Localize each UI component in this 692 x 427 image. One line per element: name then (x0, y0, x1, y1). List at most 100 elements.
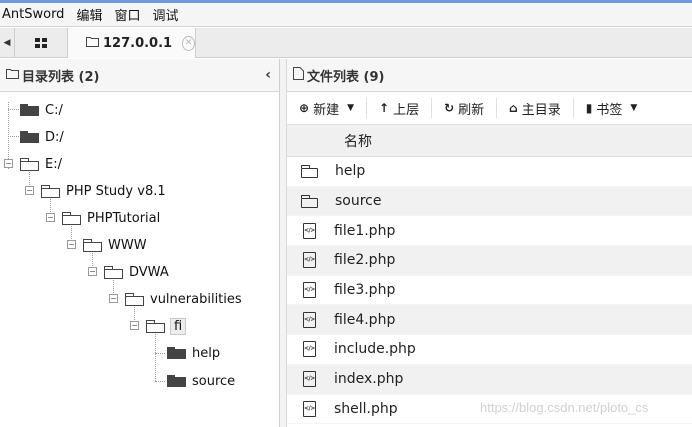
tree-guide-line (8, 109, 19, 110)
tab-bar: ◀ 127.0.0.1 ✕ (0, 28, 692, 58)
file-panel: 文件列表 (9) ⊕ 新建 ▼ ↑ 上层 ↻ 刷新 ⌂ 主目录 ▮ 书签 ▼ 名… (286, 59, 692, 427)
collapse-node-icon[interactable]: − (130, 321, 139, 330)
tree-node-label: DVWA (129, 264, 169, 280)
collapse-node-icon[interactable]: − (25, 186, 34, 195)
grid-icon (35, 38, 47, 48)
collapse-node-icon[interactable]: − (4, 159, 13, 168)
folder-open-icon (83, 239, 102, 252)
collapse-node-icon[interactable]: − (109, 294, 118, 303)
collapse-panel-icon[interactable]: ‹ (265, 67, 271, 83)
tree-node-label: E:/ (45, 156, 62, 172)
refresh-button[interactable]: ↻ 刷新 (432, 98, 498, 118)
up-button[interactable]: ↑ 上层 (367, 98, 433, 118)
tree-node-d[interactable]: D:/ (20, 126, 64, 148)
tree-guide-line (155, 353, 165, 354)
folder-open-icon (146, 320, 165, 333)
file-panel-header: 文件列表 (9) (287, 59, 692, 92)
file-outline-icon (293, 66, 304, 84)
menu-edit[interactable]: 编辑 (76, 5, 102, 24)
file-name: file2.php (334, 252, 396, 269)
file-row[interactable]: index.php (287, 364, 692, 395)
folder-open-icon (20, 158, 39, 171)
file-list: help source file1.php file2.php file3.ph… (287, 157, 692, 425)
folder-icon (301, 194, 319, 208)
tab-host-label: 127.0.0.1 (103, 35, 173, 51)
file-name: file4.php (334, 311, 396, 328)
new-button-label: 新建 (313, 102, 340, 118)
tree-node-help[interactable]: help (167, 342, 220, 364)
tree-node-fi[interactable]: fi (146, 315, 187, 337)
new-button[interactable]: ⊕ 新建 ▼ (297, 98, 367, 118)
collapse-node-icon[interactable]: − (88, 267, 97, 276)
home-icon: ⌂ (509, 101, 518, 115)
tree-node-label: source (192, 373, 236, 389)
collapse-node-icon[interactable]: − (67, 240, 76, 249)
menu-debug[interactable]: 调试 (152, 5, 178, 24)
column-header-label: 名称 (344, 133, 372, 150)
file-row[interactable]: file3.php (287, 276, 692, 306)
tree-node-label: fi (170, 317, 187, 335)
folder-open-icon (104, 266, 123, 279)
tree-node-www[interactable]: WWW (83, 234, 147, 256)
file-name: index.php (334, 371, 404, 388)
code-file-icon (303, 400, 316, 417)
tree-guide-line (8, 136, 19, 137)
up-button-label: 上层 (393, 102, 420, 118)
tree-node-phptutorial[interactable]: PHPTutorial (62, 207, 160, 229)
file-name: help (335, 163, 366, 180)
folder-outline-icon (6, 68, 19, 83)
folder-closed-icon (167, 375, 186, 387)
caret-down-icon: ▼ (347, 103, 354, 113)
file-row[interactable]: help (287, 157, 692, 187)
refresh-button-label: 刷新 (458, 102, 485, 118)
menu-window[interactable]: 窗口 (114, 5, 140, 24)
tree-node-dvwa[interactable]: DVWA (104, 261, 169, 283)
menu-antsword[interactable]: AntSword (2, 7, 64, 22)
folder-icon (301, 164, 319, 178)
file-row[interactable]: file1.php (287, 216, 692, 247)
folder-closed-icon (167, 347, 186, 359)
close-tab-icon[interactable]: ✕ (182, 35, 195, 51)
folder-open-icon (62, 212, 81, 225)
file-name: shell.php (334, 400, 398, 417)
tree-node-label: WWW (108, 237, 147, 253)
tree-node-c[interactable]: C:/ (20, 99, 63, 121)
tree-node-phpstudy[interactable]: PHP Study v8.1 (41, 180, 166, 202)
column-header-name[interactable]: 名称 (287, 125, 692, 157)
file-name: file1.php (334, 222, 396, 239)
arrow-up-icon: ↑ (379, 101, 390, 115)
watermark: https://blog.csdn.net/ploto_cs (480, 400, 649, 415)
folder-closed-icon (20, 131, 39, 143)
tree-node-e[interactable]: E:/ (20, 153, 62, 175)
file-toolbar: ⊕ 新建 ▼ ↑ 上层 ↻ 刷新 ⌂ 主目录 ▮ 书签 ▼ (287, 92, 692, 125)
bookmark-icon: ▮ (585, 101, 593, 115)
code-file-icon (303, 252, 316, 269)
file-name: file3.php (334, 282, 396, 299)
file-name: source (335, 193, 382, 210)
home-button[interactable]: ⌂ 主目录 (497, 98, 574, 118)
file-row[interactable]: include.php (287, 335, 692, 365)
file-row[interactable]: file4.php (287, 305, 692, 336)
file-row[interactable]: source (287, 186, 692, 217)
tree-guide-line (155, 332, 156, 381)
refresh-icon: ↻ (444, 101, 455, 115)
home-button-label: 主目录 (521, 102, 561, 118)
bookmark-button[interactable]: ▮ 书签 ▼ (574, 98, 650, 118)
tree-node-label: PHPTutorial (87, 210, 161, 226)
tree-node-vulnerabilities[interactable]: vulnerabilities (125, 288, 242, 310)
file-row[interactable]: file2.php (287, 246, 692, 276)
folder-closed-icon (20, 104, 39, 116)
tab-host[interactable]: 127.0.0.1 ✕ (68, 28, 196, 58)
tree-node-label: help (192, 345, 221, 361)
code-file-icon (303, 311, 316, 328)
tree-node-source[interactable]: source (167, 370, 235, 392)
tree-node-label: vulnerabilities (150, 291, 242, 307)
code-file-icon (303, 282, 316, 299)
tree-node-label: PHP Study v8.1 (66, 183, 166, 199)
collapse-node-icon[interactable]: − (46, 213, 55, 222)
folder-open-icon (41, 185, 60, 198)
code-file-icon (303, 371, 316, 388)
caret-down-icon: ▼ (630, 103, 638, 113)
tab-scroll-left-icon[interactable]: ◀ (0, 28, 15, 58)
tab-home[interactable] (15, 28, 68, 58)
